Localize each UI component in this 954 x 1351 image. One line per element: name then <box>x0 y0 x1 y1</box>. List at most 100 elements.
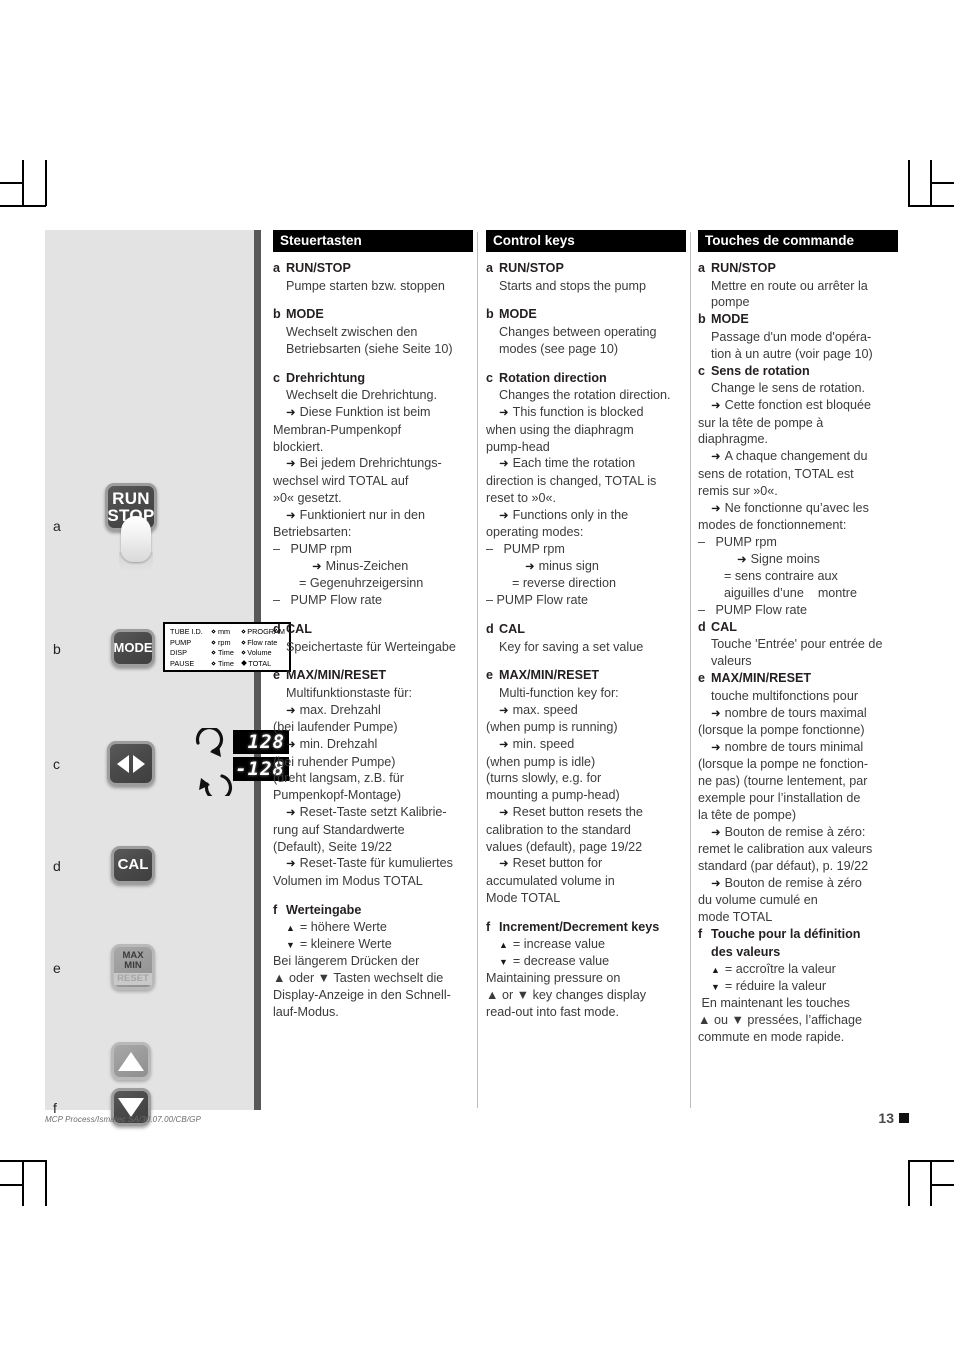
manual-entry-letter: f <box>698 927 703 942</box>
manual-entry-line: = decrease value <box>486 953 686 970</box>
manual-entry-line: – PUMP Flow rate <box>698 602 807 617</box>
manual-entry: d CAL Touche 'Entrée' pour entrée de valeur… <box>698 619 898 670</box>
manual-entry-letter: b <box>273 307 281 322</box>
diamond-bullet-icon <box>240 659 247 666</box>
run-label: RUN <box>112 488 150 508</box>
manual-entry-line: pump-head <box>486 439 550 454</box>
manual-entry: b MODE Wechselt zwischen den Betriebsarten … <box>273 306 473 357</box>
manual-entry-line: Ne fonctionne qu’avec les <box>698 500 898 517</box>
manual-entry-line: values (default), page 19/22 <box>486 839 643 854</box>
crop-mark-bottom-right-h2 <box>931 1184 954 1186</box>
manual-entry-body: = increase value= decrease valueMaintain… <box>486 936 686 1020</box>
manual-entry-body: Mettre en route ou arrêter la pompe <box>698 278 898 312</box>
manual-entry-line: (Default), Seite 19/22 <box>273 839 393 854</box>
manual-entry-title: MAX/MIN/RESET <box>286 668 387 683</box>
manual-entry-line: En maintenant les touches <box>698 996 850 1011</box>
manual-entry-head: d CAL <box>273 621 473 638</box>
manual-entry: f Touche pour la définition des valeurs = a… <box>698 926 898 1046</box>
manual-entry-line: (dreht langsam, z.B. für <box>273 771 404 786</box>
manual-entry-body: Changes the rotation direction.This func… <box>486 387 686 609</box>
diamond-bullet-icon <box>211 650 217 655</box>
manual-entry-title-cont: des valeurs <box>711 944 781 959</box>
increment-button[interactable] <box>111 1042 151 1080</box>
manual-entry-title: MODE <box>499 307 537 322</box>
mode-legend-cell: DISP <box>170 648 188 658</box>
manual-entry-line: = höhere Werte <box>273 919 473 936</box>
manual-entry-line: valeurs <box>711 654 752 669</box>
manual-entry-line: ▲ ou ▼ pressées, l’affichage <box>698 1012 863 1027</box>
manual-entry-body: Touche 'Entrée' pour entrée de valeurs <box>698 636 898 670</box>
mode-legend-cell: PAUSE <box>170 658 195 668</box>
manual-entry-line: Cette fonction est bloquée <box>698 397 898 414</box>
manual-entry: c Rotation direction Changes the rotation … <box>486 370 686 609</box>
manual-entry: b MODE Changes between operating modes (see… <box>486 306 686 357</box>
manual-entry-line: nombre de tours maximal <box>698 705 898 722</box>
diamond-bullet-icon <box>241 650 246 655</box>
manual-entry-line: Diese Funktion ist beim <box>273 404 473 421</box>
mode-button[interactable]: MODE <box>111 629 155 667</box>
crop-mark-bottom-left-v2 <box>45 1160 47 1206</box>
manual-entry-line: wechsel wird TOTAL auf <box>273 473 409 488</box>
manual-entry-line: Funktioniert nur in den <box>273 507 473 524</box>
manual-entry-line: minus sign <box>486 558 686 575</box>
crop-mark-top-left-v2 <box>45 160 47 206</box>
mode-legend-cell: rpm <box>211 638 241 649</box>
manual-entry: c Drehrichtung Wechselt die Drehrichtung.D… <box>273 370 473 609</box>
manual-entry-line: Multifunktionstaste für: <box>286 686 412 701</box>
manual-entry-line: ne pas) (tourne lentement, par <box>698 774 868 789</box>
manual-entry: f Werteingabe = höhere Werte= kleinere Wer… <box>273 902 473 1021</box>
triangle-down-icon <box>118 1097 144 1117</box>
manual-entry-letter: d <box>273 621 281 636</box>
manual-entry-title: RUN/STOP <box>286 261 351 275</box>
page-marker-square <box>899 1113 909 1123</box>
manual-entry-line: tion à un autre (voir page 10) <box>711 346 873 361</box>
column-heading-french: Touches de commande <box>698 230 898 252</box>
manual-entry-head: c Sens de rotation <box>698 363 898 380</box>
rotation-direction-button[interactable] <box>107 741 155 786</box>
manual-entry-body: Change le sens de rotation.Cette fonctio… <box>698 380 898 618</box>
manual-entry-letter: e <box>698 671 706 686</box>
manual-entry-title: CAL <box>499 621 525 636</box>
manual-entry-line: modes de fonctionnement: <box>698 517 847 532</box>
manual-entry-line: = réduire la valeur <box>698 978 898 995</box>
manual-entry-head: a RUN/STOP <box>486 260 686 277</box>
manual-entry-title: CAL <box>286 621 312 636</box>
mode-label: MODE <box>113 640 153 656</box>
mode-legend-row: PUMP rpm Flow rate <box>170 638 285 649</box>
crop-mark-top-left-h <box>0 205 46 207</box>
manual-entry-line: Bei jedem Drehrichtungs- <box>273 455 473 472</box>
manual-entry-line: standard (par défaut), p. 19/22 <box>698 859 869 874</box>
manual-entry-head: e MAX/MIN/RESET <box>698 670 898 687</box>
manual-entry-body: Changes between operating modes (see page… <box>486 324 686 358</box>
manual-entry-line: Bei längerem Drücken der <box>273 954 420 969</box>
manual-entry-head: b MODE <box>273 306 473 323</box>
manual-entry-line: Wechselt zwischen den <box>286 325 418 340</box>
manual-entry-line: modes (see page 10) <box>499 341 619 356</box>
min-label: MIN <box>124 959 142 971</box>
manual-entry-line: (when pump is idle) <box>486 754 596 769</box>
manual-entry: a RUN/STOP Pumpe starten bzw. stoppen <box>273 260 473 294</box>
manual-entry-line: pompe <box>711 295 750 310</box>
crop-mark-top-right-v <box>908 160 910 206</box>
column-separator <box>477 232 478 1108</box>
entries-english: a RUN/STOP Starts and stops the pump b MODE C… <box>486 260 686 1021</box>
manual-entry-line: Membran-Pumpenkopf <box>273 422 402 437</box>
cal-button[interactable]: CAL <box>111 846 155 884</box>
manual-entry-line: touche multifonctions pour <box>711 688 859 703</box>
manual-entry-line: aiguilles d’une montre <box>724 585 858 600</box>
manual-entry: d CAL Key for saving a set value <box>486 621 686 655</box>
manual-entry-head: des valeurs <box>698 944 898 961</box>
manual-entry: a RUN/STOP Starts and stops the pump <box>486 260 686 294</box>
callout-label-c: c <box>53 756 60 772</box>
manual-entry-head: c Rotation direction <box>486 370 686 387</box>
mode-legend-row: DISP Time Volume <box>170 648 285 659</box>
diamond-bullet-icon <box>241 639 246 645</box>
column-heading-english: Control keys <box>486 230 686 252</box>
max-min-reset-button[interactable]: MAX MIN RESET <box>111 944 155 990</box>
manual-entry-line: Betriebsarten (siehe Seite 10) <box>286 341 453 356</box>
column-french: Touches de commande a RUN/STOP Mettre en r… <box>698 230 898 1046</box>
manual-entry-line: read-out into fast mode. <box>486 1004 620 1019</box>
manual-entry-line: Maintaining pressure on <box>486 970 621 985</box>
manual-entry-line: Key for saving a set value <box>499 639 644 654</box>
crop-mark-top-right-h2 <box>931 182 954 184</box>
